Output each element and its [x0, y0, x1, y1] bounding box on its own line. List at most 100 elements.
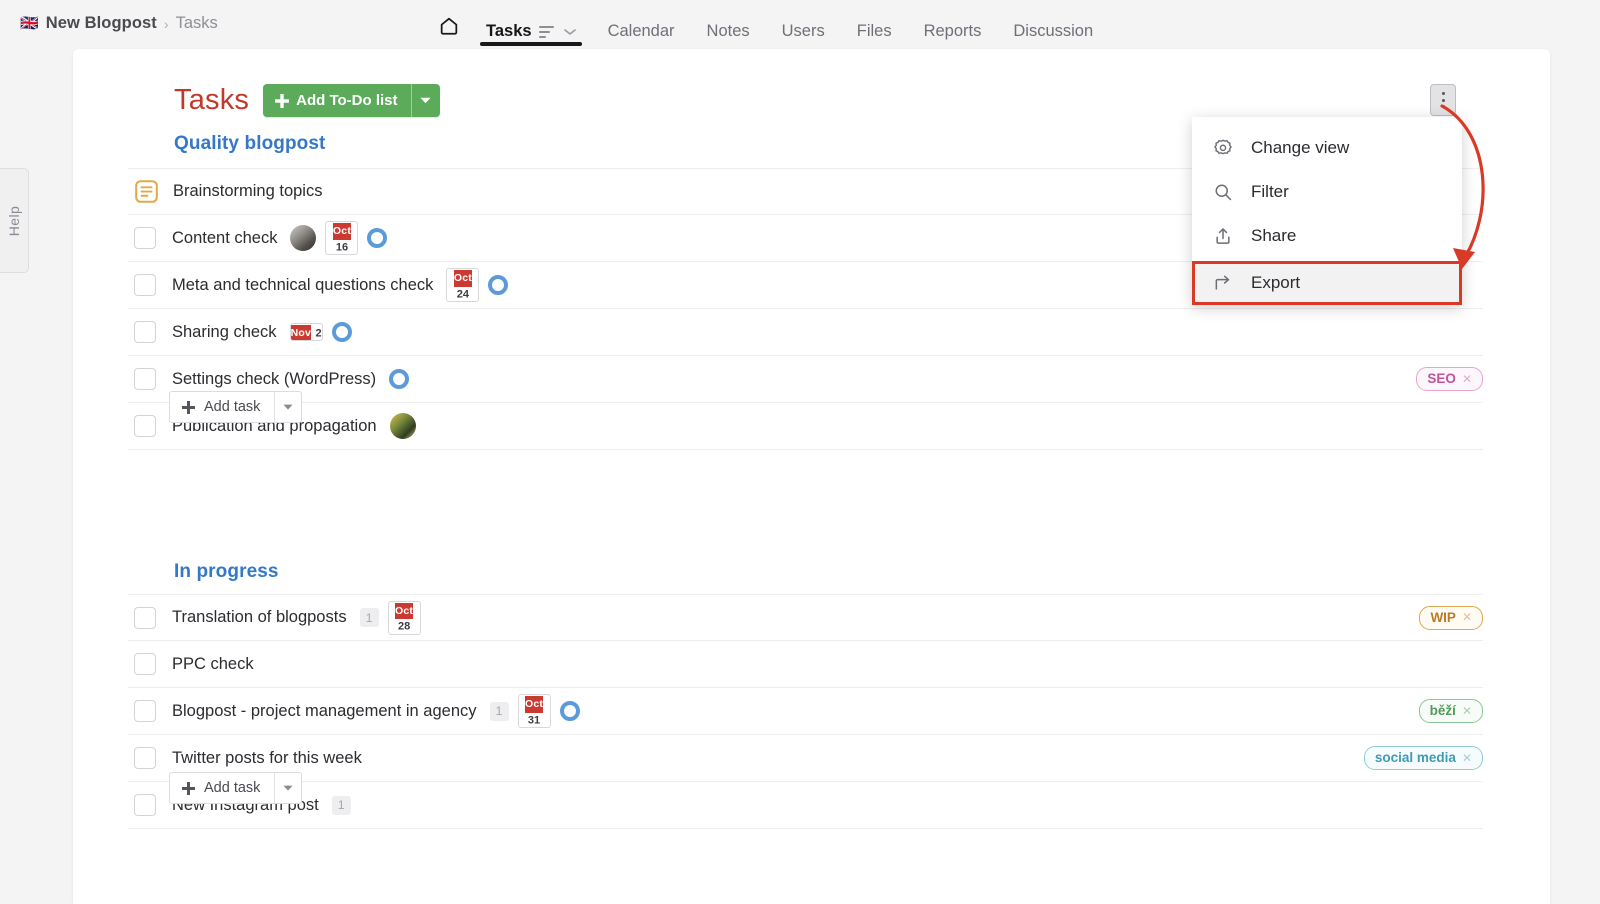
- comment-count-badge[interactable]: 1: [359, 608, 379, 627]
- task-checkbox[interactable]: [134, 227, 156, 249]
- task-checkbox[interactable]: [134, 415, 156, 437]
- due-date-day: 2: [315, 327, 322, 339]
- task-row[interactable]: Sharing check Nov 2: [128, 309, 1483, 356]
- task-checkbox[interactable]: [134, 606, 156, 629]
- remove-tag-icon[interactable]: ✕: [1462, 751, 1472, 765]
- timer-ring-icon[interactable]: [331, 322, 352, 342]
- task-checkbox[interactable]: [134, 321, 156, 343]
- task-row[interactable]: New Instagram post 1: [128, 782, 1483, 829]
- task-name: Meta and technical questions check: [172, 275, 434, 294]
- due-date-badge[interactable]: Oct 24: [446, 268, 480, 302]
- task-meta: [389, 413, 416, 439]
- add-task-main[interactable]: Add task: [170, 392, 274, 422]
- task-checkbox[interactable]: [134, 274, 156, 296]
- plus-icon: [182, 400, 195, 414]
- nav-home-button[interactable]: [428, 0, 470, 40]
- chevron-down-icon[interactable]: [563, 28, 576, 36]
- add-todo-list-main[interactable]: Add To-Do list: [263, 84, 410, 117]
- task-name: Twitter posts for this week: [172, 748, 362, 767]
- tab-discussion[interactable]: Discussion: [997, 0, 1109, 49]
- due-date-badge[interactable]: Oct 28: [387, 600, 421, 635]
- breadcrumb-project-link[interactable]: New Blogpost: [46, 14, 157, 33]
- task-checkbox[interactable]: [134, 700, 156, 722]
- add-task-button-list-1[interactable]: Add task: [169, 772, 303, 804]
- tab-files-label: Files: [856, 22, 892, 40]
- kebab-dot-icon: [1441, 98, 1445, 102]
- uk-flag-icon: 🇬🇧: [20, 15, 39, 32]
- task-row[interactable]: Twitter posts for this week social media…: [128, 735, 1483, 782]
- task-tag-seo[interactable]: SEO ✕: [1416, 367, 1483, 391]
- task-tag-bezi[interactable]: běží ✕: [1418, 699, 1483, 723]
- tab-users[interactable]: Users: [766, 0, 841, 49]
- menu-item-export[interactable]: Export: [1192, 261, 1462, 305]
- menu-item-filter[interactable]: Filter: [1192, 170, 1462, 214]
- remove-tag-icon[interactable]: ✕: [1462, 372, 1472, 386]
- add-task-dropdown-toggle[interactable]: [274, 392, 301, 422]
- timer-ring-icon[interactable]: [488, 275, 509, 295]
- menu-item-label: Export: [1251, 273, 1301, 292]
- timer-ring-icon[interactable]: [367, 228, 388, 248]
- avatar[interactable]: [389, 413, 416, 439]
- caret-down-icon: [283, 404, 293, 410]
- add-task-main[interactable]: Add task: [170, 773, 274, 803]
- menu-item-share[interactable]: Share: [1192, 214, 1462, 258]
- comment-count-badge[interactable]: 1: [489, 701, 509, 721]
- home-icon: [440, 17, 458, 35]
- due-date-month: Oct: [332, 223, 352, 240]
- due-date-day: 31: [527, 714, 541, 726]
- add-todo-list-dropdown-toggle[interactable]: [410, 84, 440, 117]
- task-checkbox[interactable]: [134, 653, 156, 675]
- task-row[interactable]: Blogpost - project management in agency …: [128, 688, 1483, 735]
- sort-list-icon[interactable]: [538, 25, 555, 39]
- task-row[interactable]: Publication and propagation: [128, 403, 1483, 450]
- add-task-button-list-0[interactable]: Add task: [169, 391, 303, 423]
- timer-ring-icon[interactable]: [389, 369, 410, 389]
- task-checkbox[interactable]: [134, 747, 156, 769]
- remove-tag-icon[interactable]: ✕: [1462, 704, 1472, 718]
- task-tag-wip[interactable]: WIP ✕: [1419, 605, 1483, 630]
- task-row[interactable]: Settings check (WordPress) SEO ✕: [128, 356, 1483, 403]
- task-name: Blogpost - project management in agency: [172, 701, 477, 720]
- task-meta: 1 Oct 28: [359, 600, 421, 635]
- avatar[interactable]: [290, 225, 317, 251]
- help-tab[interactable]: Help: [0, 168, 29, 273]
- timer-ring-icon[interactable]: [559, 701, 580, 721]
- add-todo-list-button[interactable]: Add To-Do list: [263, 84, 440, 117]
- task-meta: 1: [331, 795, 351, 815]
- task-checkbox[interactable]: [134, 368, 156, 390]
- tab-tasks[interactable]: Tasks: [470, 0, 592, 49]
- tasks-panel: Tasks Add To-Do list Quality blogpost Br…: [73, 49, 1550, 904]
- todo-list-title-quality-blogpost[interactable]: Quality blogpost: [174, 133, 326, 155]
- menu-item-change-view[interactable]: Change view: [1192, 126, 1462, 170]
- due-date-month: Oct: [453, 270, 472, 287]
- tab-calendar-label: Calendar: [607, 22, 675, 40]
- tab-notes[interactable]: Notes: [691, 0, 766, 49]
- page-title: Tasks: [174, 84, 250, 116]
- main-navigation: Tasks Calendar Notes Users Files Reports…: [428, 0, 1109, 49]
- due-date-day: 16: [335, 241, 349, 253]
- task-row[interactable]: Translation of blogposts 1 Oct 28 WIP ✕: [128, 594, 1483, 641]
- task-checkbox[interactable]: [134, 794, 156, 816]
- tab-users-label: Users: [781, 22, 825, 40]
- tab-files[interactable]: Files: [841, 0, 908, 49]
- tab-reports[interactable]: Reports: [908, 0, 998, 49]
- due-date-badge[interactable]: Oct 31: [517, 694, 551, 728]
- task-name: Translation of blogposts: [172, 608, 347, 626]
- comment-count-badge[interactable]: 1: [331, 795, 351, 815]
- active-tab-underline: [480, 42, 582, 46]
- export-arrow-icon: [1212, 272, 1234, 294]
- task-meta: [389, 369, 410, 389]
- search-icon: [1212, 181, 1234, 203]
- help-tab-label: Help: [6, 205, 22, 236]
- share-upload-icon: [1212, 225, 1234, 247]
- tab-calendar[interactable]: Calendar: [592, 0, 691, 49]
- add-task-dropdown-toggle[interactable]: [274, 773, 301, 803]
- remove-tag-icon[interactable]: ✕: [1462, 610, 1472, 624]
- due-date-badge[interactable]: Nov 2: [289, 323, 323, 341]
- todo-list-title-in-progress[interactable]: In progress: [174, 561, 279, 583]
- due-date-badge[interactable]: Oct 16: [325, 221, 359, 255]
- breadcrumb-separator-icon: ›: [163, 15, 169, 32]
- task-tag-social-media[interactable]: social media ✕: [1363, 746, 1483, 770]
- task-row[interactable]: PPC check: [128, 641, 1483, 688]
- kebab-menu-button[interactable]: [1430, 84, 1456, 116]
